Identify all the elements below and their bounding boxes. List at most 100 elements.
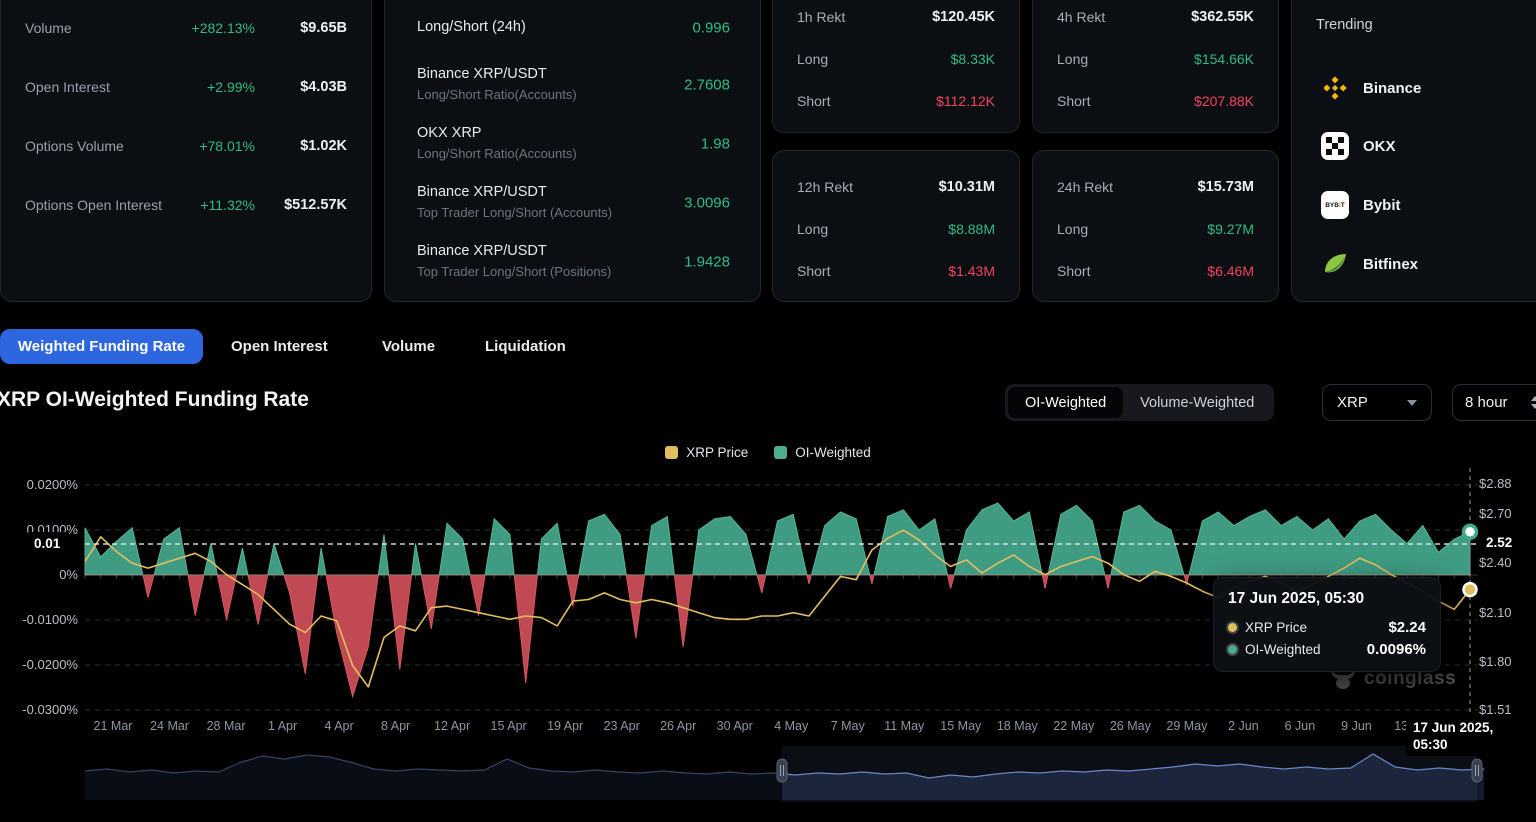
x-axis-tick: 30 Apr bbox=[703, 719, 767, 733]
stat-value: $4.03B bbox=[255, 79, 347, 95]
rekt-long-value: $8.33K bbox=[951, 51, 995, 67]
binance-logo-icon bbox=[1321, 74, 1349, 102]
ratio-value: 1.98 bbox=[701, 135, 730, 152]
oi-weighted-dot-icon bbox=[1228, 645, 1237, 654]
rekt-12h-panel: 12h Rekt$10.31M Long$8.88M Short$1.43M bbox=[772, 150, 1020, 302]
left-axis-tick: -0.0200% bbox=[0, 657, 78, 673]
stat-value: $512.57K bbox=[255, 197, 347, 213]
legend-item-xrp-price[interactable]: XRP Price bbox=[665, 445, 748, 460]
rekt-total: $120.45K bbox=[932, 9, 995, 25]
ratio-title: OKX XRP bbox=[417, 123, 730, 144]
trending-item-bitfinex[interactable]: Bitfinex bbox=[1321, 249, 1418, 279]
x-axis-tick: 19 Apr bbox=[533, 719, 597, 733]
x-axis-tick: 29 May bbox=[1155, 719, 1219, 733]
stat-label: Volume bbox=[25, 20, 72, 36]
tooltip-timestamp: 17 Jun 2025, 05:30 bbox=[1228, 590, 1426, 608]
crosshair-date-box: 17 Jun 2025, 05:30 bbox=[1406, 716, 1536, 756]
rekt-long-value: $154.66K bbox=[1194, 51, 1254, 67]
long-short-ratio-panel: Long/Short (24h) 0.996 Binance XRP/USDT … bbox=[384, 0, 761, 302]
tab-volume[interactable]: Volume bbox=[382, 329, 435, 364]
stat-change-percent: +78.01% bbox=[199, 138, 255, 154]
trending-panel: Trending Binance OKX BYBIT Bybit Bit bbox=[1291, 0, 1536, 302]
rekt-short-label: Short bbox=[1057, 263, 1090, 279]
rekt-24h-panel: 24h Rekt$15.73M Long$9.27M Short$6.46M bbox=[1032, 150, 1279, 302]
trending-item-bybit[interactable]: BYBIT Bybit bbox=[1321, 190, 1401, 220]
ratio-subtitle: Top Trader Long/Short (Positions) bbox=[417, 262, 730, 282]
stat-change-percent: +11.32% bbox=[200, 197, 255, 213]
pair-select[interactable]: XRP bbox=[1322, 384, 1432, 421]
navigator-right-handle[interactable] bbox=[1472, 759, 1482, 782]
ratio-subtitle: Long/Short Ratio(Accounts) bbox=[417, 144, 730, 164]
rekt-title: 1h Rekt bbox=[797, 9, 845, 25]
trending-item-binance[interactable]: Binance bbox=[1321, 73, 1421, 103]
ratio-subtitle: Long/Short Ratio(Accounts) bbox=[417, 85, 730, 105]
trending-title: Trending bbox=[1316, 17, 1373, 33]
interval-select[interactable]: 8 hour bbox=[1452, 384, 1536, 421]
left-axis-tick: -0.0300% bbox=[0, 702, 78, 718]
tab-liquidation[interactable]: Liquidation bbox=[485, 329, 566, 364]
trending-item-label: OKX bbox=[1363, 138, 1396, 155]
x-axis-tick: 21 Mar bbox=[81, 719, 145, 733]
stat-row: Options Volume +78.01% $1.02K bbox=[25, 135, 347, 157]
x-axis-tick: 9 Jun bbox=[1324, 719, 1388, 733]
trending-item-label: Bitfinex bbox=[1363, 256, 1418, 273]
right-axis-tick: $2.40 bbox=[1479, 555, 1512, 571]
ratio-title: Binance XRP/USDT bbox=[417, 64, 730, 85]
tooltip-series-value: $2.24 bbox=[1388, 619, 1426, 636]
xrp-price-dot-icon bbox=[1228, 623, 1237, 632]
navigator-left-handle[interactable] bbox=[777, 759, 787, 782]
x-axis-tick: 7 May bbox=[816, 719, 880, 733]
stat-label: Options Open Interest bbox=[25, 197, 162, 213]
x-axis-tick: 18 May bbox=[985, 719, 1049, 733]
x-axis-tick: 26 Apr bbox=[646, 719, 710, 733]
left-axis-tick: 0% bbox=[0, 567, 78, 583]
legend-item-oi-weighted[interactable]: OI-Weighted bbox=[774, 445, 871, 460]
ratio-subtitle: Top Trader Long/Short (Accounts) bbox=[417, 203, 730, 223]
rekt-short-value: $112.12K bbox=[936, 93, 995, 109]
tooltip-series-label: OI-Weighted bbox=[1245, 642, 1321, 657]
trending-item-okx[interactable]: OKX bbox=[1321, 131, 1396, 161]
price-current-dot bbox=[1464, 583, 1477, 596]
ratio-value: 2.7608 bbox=[684, 76, 730, 93]
stat-change-percent: +282.13% bbox=[192, 20, 255, 36]
ratio-row: OKX XRP Long/Short Ratio(Accounts) 1.98 bbox=[417, 123, 730, 164]
left-axis-tick: 0.0200% bbox=[0, 477, 78, 493]
stat-row: Options Open Interest +11.32% $512.57K bbox=[25, 194, 347, 216]
ratio-title: Binance XRP/USDT bbox=[417, 182, 730, 203]
ratio-row: Binance XRP/USDT Top Trader Long/Short (… bbox=[417, 182, 730, 223]
x-axis-tick: 26 May bbox=[1098, 719, 1162, 733]
rekt-short-value: $1.43M bbox=[948, 263, 995, 279]
trending-item-label: Bybit bbox=[1363, 197, 1401, 214]
right-axis-tick: $2.10 bbox=[1479, 605, 1512, 621]
toggle-volume-weighted[interactable]: Volume-Weighted bbox=[1123, 387, 1271, 418]
weighting-mode-toggle: OI-Weighted Volume-Weighted bbox=[1005, 384, 1274, 421]
rekt-short-label: Short bbox=[1057, 93, 1090, 109]
tooltip-series-value: 0.0096% bbox=[1367, 641, 1426, 658]
stat-row: Open Interest +2.99% $4.03B bbox=[25, 76, 347, 98]
x-axis-tick: 4 Apr bbox=[307, 719, 371, 733]
x-axis-tick: 22 May bbox=[1042, 719, 1106, 733]
x-axis-tick: 8 Apr bbox=[364, 719, 428, 733]
stat-value: $1.02K bbox=[255, 138, 347, 154]
toggle-oi-weighted[interactable]: OI-Weighted bbox=[1008, 387, 1123, 418]
tab-open-interest[interactable]: Open Interest bbox=[231, 329, 328, 364]
x-axis-tick: 11 May bbox=[872, 719, 936, 733]
ratio-row: Binance XRP/USDT Top Trader Long/Short (… bbox=[417, 241, 730, 282]
tooltip-row-funding: OI-Weighted 0.0096% bbox=[1228, 641, 1426, 658]
stat-row: Volume +282.13% $9.65B bbox=[25, 17, 347, 39]
tooltip-row-price: XRP Price $2.24 bbox=[1228, 619, 1426, 636]
tab-weighted-funding-rate[interactable]: Weighted Funding Rate bbox=[0, 329, 203, 364]
rekt-short-label: Short bbox=[797, 93, 830, 109]
rekt-title: 4h Rekt bbox=[1057, 9, 1105, 25]
pair-select-value: XRP bbox=[1337, 394, 1368, 411]
page-title: XRP OI-Weighted Funding Rate bbox=[0, 388, 309, 412]
right-axis-tick: $1.80 bbox=[1479, 654, 1512, 670]
oi-weighted-current-dot bbox=[1464, 525, 1477, 538]
x-axis-tick: 28 Mar bbox=[194, 719, 258, 733]
ratio-value: 0.996 bbox=[692, 19, 730, 36]
market-stats-panel: Volume +282.13% $9.65B Open Interest +2.… bbox=[0, 0, 372, 302]
rekt-short-label: Short bbox=[797, 263, 830, 279]
ratio-row: Long/Short (24h) 0.996 bbox=[417, 17, 730, 38]
tooltip-series-label: XRP Price bbox=[1245, 620, 1307, 635]
navigator-dim-left bbox=[85, 746, 782, 802]
